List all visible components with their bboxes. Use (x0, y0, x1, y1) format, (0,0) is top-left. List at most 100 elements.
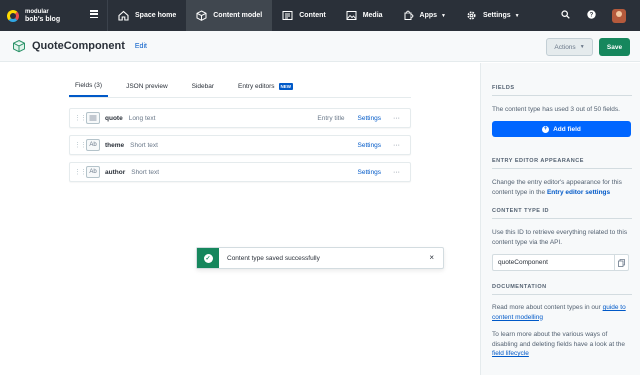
divider (492, 294, 632, 295)
entry-editor-settings-link[interactable]: Entry editor settings (547, 189, 610, 196)
add-field-button[interactable]: + Add field (492, 121, 631, 137)
docs-text: Read more about content types in our (492, 304, 601, 311)
drag-handle-icon[interactable]: ⋮⋮ (74, 168, 87, 176)
sidebar: FIELDS The content type has used 3 out o… (480, 63, 640, 375)
content-type-id-value: quoteComponent (498, 259, 548, 266)
divider (492, 95, 632, 96)
puzzle-icon (403, 10, 414, 21)
entry-title-label: Entry title (317, 114, 345, 122)
short-text-icon: Ab (86, 139, 100, 151)
check-icon: ✓ (203, 253, 213, 263)
content-type-header: QuoteComponent Edit Actions ▼ Save (0, 31, 640, 62)
actions-label: Actions (554, 43, 576, 51)
chevron-down-icon: ▼ (441, 12, 446, 19)
tab-label: Sidebar (191, 82, 215, 90)
nav-content-model[interactable]: Content model (186, 0, 273, 31)
chevron-down-icon: ▼ (514, 12, 520, 19)
docs-text: To learn more about the various ways of … (492, 331, 625, 348)
avatar[interactable] (612, 8, 626, 23)
tab-entry-editors[interactable]: Entry editors NEW (232, 75, 299, 97)
home-icon (118, 10, 129, 21)
field-settings-link[interactable]: Settings (358, 142, 382, 149)
edit-title-link[interactable]: Edit (135, 43, 147, 50)
documentation-text-2: To learn more about the various ways of … (492, 330, 632, 359)
divider (492, 218, 632, 219)
tab-label: Fields (3) (75, 81, 103, 89)
new-badge: NEW (278, 82, 294, 90)
tab-fields[interactable]: Fields (3) (69, 75, 109, 97)
documentation-heading: DOCUMENTATION (492, 284, 547, 290)
long-text-icon (86, 112, 100, 124)
tab-bar: Fields (3) JSON preview Sidebar Entry ed… (69, 76, 411, 98)
contentful-logo-icon (7, 9, 19, 22)
space-switcher[interactable]: modular bob's blog (0, 0, 108, 31)
field-type: Long text (128, 114, 156, 122)
close-icon[interactable]: × (429, 253, 434, 262)
content-icon (282, 10, 293, 21)
nav-label: Content model (213, 12, 263, 19)
field-name: author (105, 168, 126, 176)
add-field-label: Add field (553, 125, 581, 133)
content-type-id-field[interactable]: quoteComponent (492, 254, 629, 271)
fields-usage-text: The content type has used 3 out of 50 fi… (492, 106, 620, 113)
field-row-quote[interactable]: ⋮⋮ quote Long text Entry title Settings … (69, 108, 411, 128)
top-navigation: modular bob's blog Space home Content mo… (0, 0, 640, 31)
toast-status-bar: ✓ (197, 248, 219, 268)
main-content: Fields (3) JSON preview Sidebar Entry ed… (0, 63, 480, 375)
media-icon (346, 10, 357, 21)
content-type-icon (12, 39, 26, 53)
copy-icon[interactable] (614, 255, 628, 270)
success-toast: ✓ Content type saved successfully × (196, 247, 444, 269)
tab-label: JSON preview (126, 82, 168, 90)
field-type: Short text (131, 168, 160, 176)
help-icon[interactable]: ? (578, 10, 604, 21)
nav-label: Media (362, 12, 383, 19)
chevron-down-icon: ▼ (579, 44, 585, 50)
page-title: QuoteComponent (32, 40, 125, 52)
field-name: quote (105, 114, 123, 122)
more-options-icon[interactable]: ··· (393, 169, 400, 176)
editor-appearance-heading: ENTRY EDITOR APPEARANCE (492, 158, 584, 164)
content-type-id-heading: CONTENT TYPE ID (492, 208, 550, 214)
plus-icon: + (542, 125, 550, 133)
divider (492, 168, 632, 169)
drag-handle-icon[interactable]: ⋮⋮ (74, 141, 87, 149)
org-name: modular (25, 8, 49, 15)
hamburger-menu-icon[interactable] (90, 10, 98, 18)
tab-label: Entry editors (238, 82, 275, 90)
tab-sidebar[interactable]: Sidebar (186, 75, 220, 97)
gear-icon (466, 10, 477, 21)
nav-label: Settings (483, 12, 511, 19)
short-text-icon: Ab (86, 166, 100, 178)
drag-handle-icon[interactable]: ⋮⋮ (74, 114, 87, 122)
nav-apps[interactable]: Apps ▼ (393, 0, 456, 31)
nav-settings[interactable]: Settings ▼ (456, 0, 530, 31)
actions-button[interactable]: Actions ▼ (546, 38, 593, 56)
field-lifecycle-link[interactable]: field lifecycle (492, 350, 529, 357)
editor-appearance-text: Change the entry editor's appearance for… (492, 178, 632, 197)
field-row-author[interactable]: ⋮⋮ Ab author Short text Settings ··· (69, 162, 411, 182)
nav-space-home[interactable]: Space home (108, 0, 186, 31)
field-settings-link[interactable]: Settings (358, 115, 382, 122)
fields-heading: FIELDS (492, 85, 515, 91)
cube-icon (196, 10, 207, 21)
nav-label: Apps (419, 12, 438, 19)
nav-content[interactable]: Content (272, 0, 335, 31)
content-type-id-text: Use this ID to retrieve everything relat… (492, 229, 628, 246)
nav-media[interactable]: Media (336, 0, 393, 31)
space-name: bob's blog (25, 15, 61, 23)
svg-text:?: ? (589, 13, 593, 19)
more-options-icon[interactable]: ··· (393, 142, 400, 149)
field-type: Short text (130, 141, 158, 149)
toast-message: Content type saved successfully (227, 254, 320, 262)
nav-label: Space home (135, 12, 177, 19)
search-icon[interactable] (552, 10, 578, 21)
documentation-text-1: Read more about content types in our gui… (492, 303, 632, 322)
field-name: theme (105, 141, 125, 149)
field-settings-link[interactable]: Settings (358, 169, 382, 176)
nav-label: Content (299, 12, 326, 19)
save-button[interactable]: Save (599, 38, 630, 56)
tab-json-preview[interactable]: JSON preview (120, 75, 174, 97)
field-row-theme[interactable]: ⋮⋮ Ab theme Short text Settings ··· (69, 135, 411, 155)
more-options-icon[interactable]: ··· (393, 115, 400, 122)
